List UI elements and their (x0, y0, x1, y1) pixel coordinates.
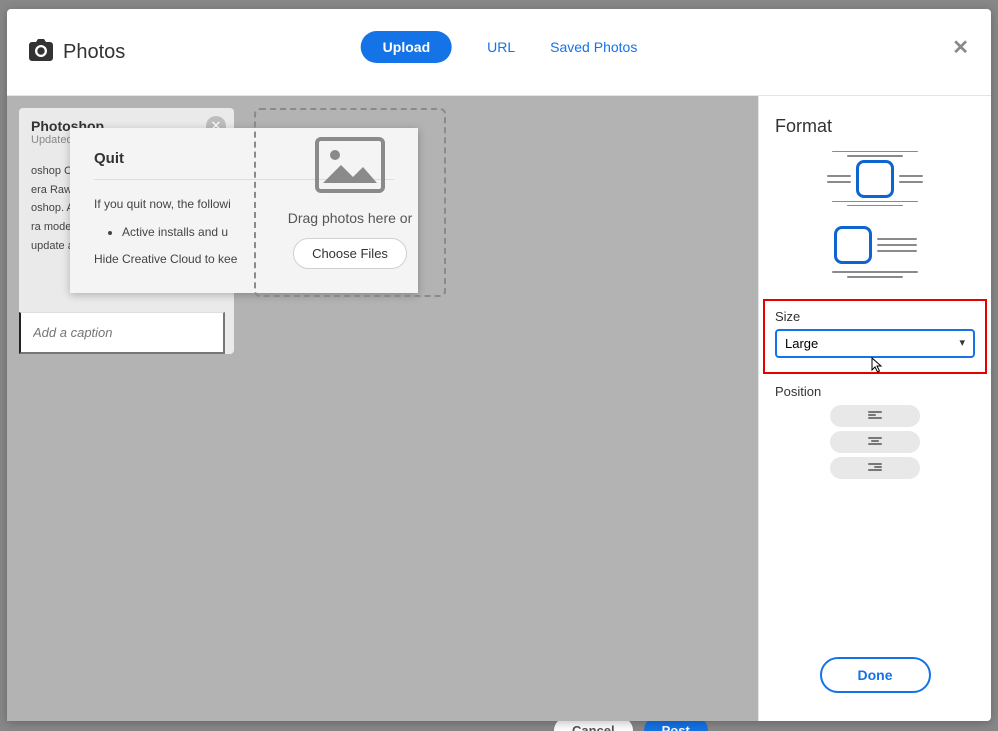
caption-input[interactable] (19, 312, 225, 354)
tab-url[interactable]: URL (487, 39, 515, 55)
format-option-wrap[interactable] (820, 224, 930, 279)
tab-saved-photos[interactable]: Saved Photos (550, 39, 637, 55)
camera-icon (29, 39, 53, 66)
format-heading: Format (775, 116, 975, 137)
modal-title: Photos (63, 41, 125, 64)
modal-header: Photos Upload URL Saved Photos ✕ (7, 9, 991, 96)
position-label: Position (775, 384, 975, 399)
done-button[interactable]: Done (820, 657, 931, 693)
photos-modal: Photos Upload URL Saved Photos ✕ Photosh… (7, 9, 991, 721)
dropzone-text: Drag photos here or (288, 210, 413, 226)
cursor-icon (871, 357, 885, 378)
format-sidebar: Format Size La (758, 96, 991, 721)
size-section-highlighted: Size Large (763, 299, 987, 374)
header-tabs: Upload URL Saved Photos (361, 31, 638, 63)
position-left-button[interactable] (830, 405, 920, 427)
position-right-button[interactable] (830, 457, 920, 479)
position-center-button[interactable] (830, 431, 920, 453)
size-select[interactable]: Large (775, 329, 975, 358)
tab-upload[interactable]: Upload (361, 31, 452, 63)
close-icon[interactable]: ✕ (952, 35, 969, 60)
size-label: Size (775, 309, 975, 324)
dropzone[interactable]: Drag photos here or Choose Files (254, 108, 446, 297)
choose-files-button[interactable]: Choose Files (293, 238, 407, 269)
image-placeholder-icon (315, 137, 385, 198)
format-option-center-break[interactable] (820, 151, 930, 206)
upload-canvas: Photoshop Updated t ✕ oshop Cam era Raw … (7, 96, 758, 721)
